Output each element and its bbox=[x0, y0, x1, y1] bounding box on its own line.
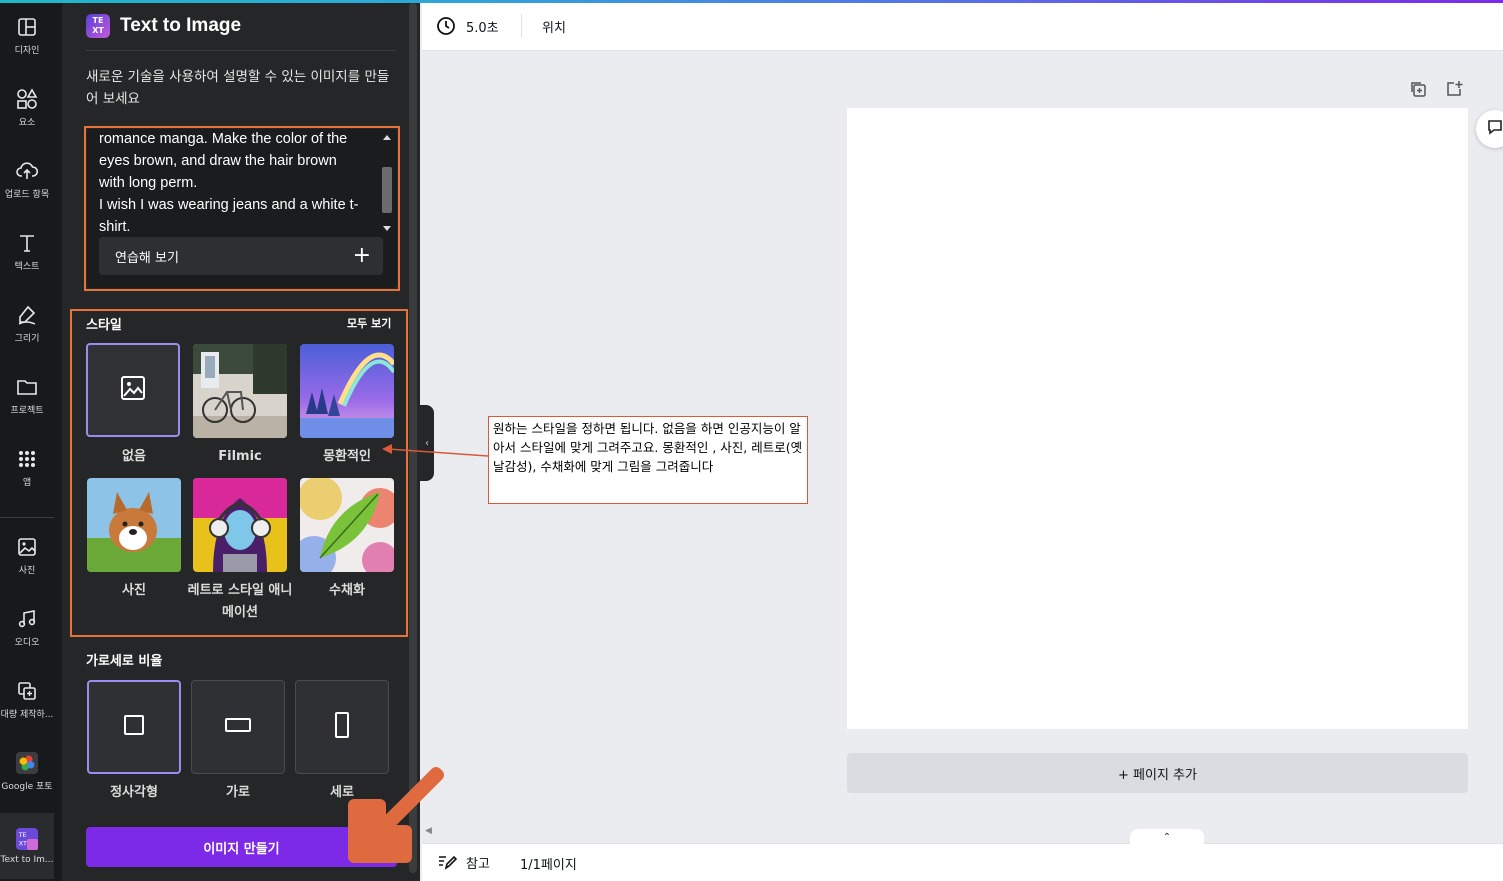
comment-button[interactable] bbox=[1476, 110, 1503, 148]
apps-grid-icon bbox=[16, 448, 38, 470]
rail-label: 프로젝트 bbox=[10, 406, 44, 416]
design-page-canvas[interactable] bbox=[847, 108, 1468, 729]
page-count[interactable]: 1/1페이지 bbox=[520, 854, 577, 873]
rail-label: 대량 제작하... bbox=[0, 710, 54, 720]
text-to-image-icon: TE XT bbox=[16, 827, 38, 850]
big-annotation-arrow-icon bbox=[348, 767, 444, 863]
ratio-tile-landscape[interactable] bbox=[191, 680, 285, 774]
left-rail: 디자인 요소 업로드 항목 텍스트 그리기 프로젝트 앱 사진 오디오 대량 제… bbox=[0, 3, 62, 881]
rail-label: 텍스트 bbox=[14, 262, 40, 272]
rail-item-projects[interactable]: 프로젝트 bbox=[0, 363, 54, 429]
rail-label: 앱 bbox=[22, 478, 32, 488]
rail-item-text[interactable]: 텍스트 bbox=[0, 219, 54, 285]
square-icon bbox=[123, 714, 145, 740]
pen-icon bbox=[16, 304, 38, 326]
rail-item-photos[interactable]: 사진 bbox=[0, 523, 54, 589]
layout-icon bbox=[16, 16, 38, 38]
rail-label: 오디오 bbox=[14, 638, 40, 648]
ratio-section-title: 가로세로 비율 bbox=[86, 654, 163, 669]
svg-text:TE: TE bbox=[18, 831, 27, 839]
music-icon bbox=[16, 608, 38, 630]
portrait-icon bbox=[333, 711, 351, 743]
panel-scrollbar-track[interactable] bbox=[409, 3, 417, 873]
rail-label: 그리기 bbox=[14, 334, 40, 344]
rail-item-text-to-image[interactable]: TE XT Text to Im... bbox=[0, 813, 54, 879]
comment-icon bbox=[1486, 118, 1503, 140]
rail-label: 업로드 항목 bbox=[4, 190, 50, 200]
panel-title: Text to Image bbox=[120, 15, 242, 36]
toolbar-divider bbox=[521, 14, 522, 38]
rail-item-uploads[interactable]: 업로드 항목 bbox=[0, 147, 54, 213]
panel-description: 새로운 기술을 사용하여 설명할 수 있는 이미지를 만들어 보세요 bbox=[86, 69, 390, 107]
ratio-label-square: 정사각형 bbox=[110, 785, 158, 800]
expand-pages-button[interactable]: ⌃ bbox=[1130, 829, 1204, 845]
rail-label: Text to Im... bbox=[0, 854, 54, 865]
add-page-icon[interactable] bbox=[1445, 80, 1463, 102]
rail-item-draw[interactable]: 그리기 bbox=[0, 291, 54, 357]
duration-label[interactable]: 5.0초 bbox=[466, 17, 499, 36]
text-icon bbox=[16, 232, 38, 254]
bottom-bar bbox=[422, 843, 1503, 881]
text-to-image-logo-icon: TE XT bbox=[86, 14, 110, 38]
rail-item-google-photos[interactable]: Google 포토 bbox=[0, 739, 54, 805]
position-button[interactable]: 위치 bbox=[542, 17, 566, 36]
notes-button[interactable]: 참고 bbox=[466, 853, 490, 872]
bulk-create-icon bbox=[16, 680, 38, 702]
rail-label: Google 포토 bbox=[1, 782, 53, 792]
cloud-upload-icon bbox=[16, 160, 38, 182]
svg-text:XT: XT bbox=[19, 839, 27, 847]
rail-item-apps[interactable]: 앱 bbox=[0, 435, 54, 501]
panel-header: TE XT Text to Image bbox=[86, 14, 241, 38]
rail-item-design[interactable]: 디자인 bbox=[0, 3, 54, 69]
shapes-icon bbox=[16, 88, 38, 110]
image-icon bbox=[16, 536, 38, 558]
rail-item-bulk-create[interactable]: 대량 제작하... bbox=[0, 667, 54, 733]
folder-icon bbox=[16, 376, 38, 398]
chevron-up-icon: ⌃ bbox=[1162, 831, 1172, 843]
top-toolbar bbox=[422, 3, 1503, 51]
ratio-label-landscape: 가로 bbox=[226, 785, 250, 800]
header-divider bbox=[86, 50, 396, 51]
top-gradient-bar bbox=[0, 0, 1503, 3]
ratio-tile-portrait[interactable] bbox=[295, 680, 389, 774]
rail-divider bbox=[0, 517, 54, 518]
style-highlight-box bbox=[70, 309, 408, 637]
add-page-button[interactable]: + 페이지 추가 bbox=[847, 753, 1468, 793]
landscape-icon bbox=[224, 716, 252, 738]
rail-item-elements[interactable]: 요소 bbox=[0, 75, 54, 141]
rail-label: 요소 bbox=[18, 118, 36, 128]
annotation-note: 원하는 스타일을 정하면 됩니다. 없음을 하면 인공지능이 알아서 스타일에 … bbox=[488, 416, 808, 504]
rail-item-audio[interactable]: 오디오 bbox=[0, 595, 54, 661]
prompt-highlight-box bbox=[84, 126, 400, 291]
ratio-tile-square[interactable] bbox=[87, 680, 181, 774]
clock-icon[interactable] bbox=[436, 16, 456, 40]
annotation-arrow-icon bbox=[382, 444, 489, 457]
rail-label: 사진 bbox=[18, 566, 36, 576]
rail-label: 디자인 bbox=[14, 46, 40, 56]
duplicate-page-icon[interactable] bbox=[1409, 80, 1427, 102]
google-photos-icon bbox=[16, 752, 38, 774]
